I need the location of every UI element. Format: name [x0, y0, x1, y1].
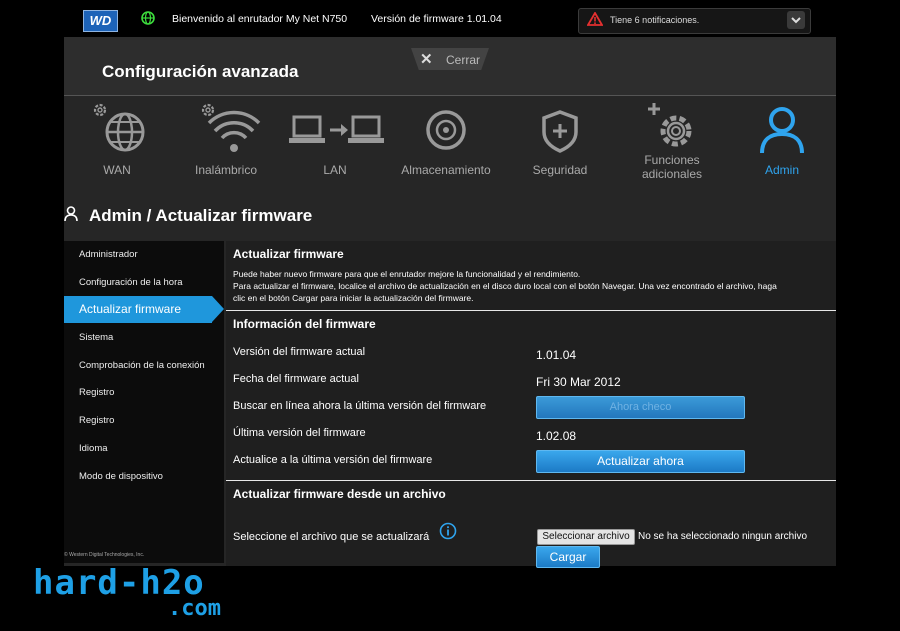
category-wireless[interactable]: Inalámbrico: [186, 101, 266, 177]
category-label: LAN: [323, 163, 347, 177]
update-now-button[interactable]: Actualizar ahora: [536, 450, 745, 473]
select-file-label: Seleccione el archivo que se actualizará: [233, 531, 430, 543]
current-date-value: Fri 30 Mar 2012: [536, 375, 621, 389]
update-description-2: Para actualizar el firmware, localice el…: [233, 281, 777, 291]
chevron-down-icon: [791, 17, 801, 24]
update-from-file-heading: Actualizar firmware desde un archivo: [233, 487, 446, 501]
warning-icon: [587, 12, 603, 26]
close-button[interactable]: Cerrar: [446, 53, 480, 67]
globe-gear-icon: [93, 103, 145, 152]
plus-gear-icon: [648, 103, 692, 147]
sidebar-item-system[interactable]: Sistema: [79, 332, 113, 343]
category-label: Funciones adicionales: [641, 153, 703, 181]
latest-version-value: 1.02.08: [536, 429, 577, 443]
sidebar-item-label[interactable]: Actualizar firmware: [79, 302, 181, 316]
user-icon: [760, 107, 804, 154]
category-label: Inalámbrico: [194, 163, 258, 177]
info-icon[interactable]: [439, 522, 457, 540]
firmware-info-heading: Información del firmware: [233, 317, 376, 331]
user-icon: [64, 206, 78, 222]
shield-icon: [542, 110, 578, 153]
divider: [226, 480, 836, 481]
sidebar: [64, 241, 224, 563]
firmware-version-text: Versión de firmware 1.01.04: [371, 13, 502, 25]
divider: [226, 310, 836, 311]
category-label: Seguridad: [532, 163, 588, 177]
update-description-1: Puede haber nuevo firmware para que el e…: [233, 269, 581, 279]
watermark-logo-domain: .com: [168, 596, 221, 621]
sidebar-item-device-mode[interactable]: Modo de dispositivo: [79, 471, 163, 482]
close-icon[interactable]: ✕: [420, 50, 433, 68]
check-online-label: Buscar en línea ahora la última versión …: [233, 400, 487, 412]
sidebar-item-administrator[interactable]: Administrador: [79, 249, 138, 260]
category-lan[interactable]: LAN: [286, 101, 384, 177]
sidebar-item-log-2[interactable]: Registro: [79, 415, 114, 426]
category-label: WAN: [103, 163, 131, 177]
lan-computers-icon: [289, 115, 384, 143]
sidebar-item-language[interactable]: Idioma: [79, 443, 108, 454]
copyright-text: © Western Digital Technologies, Inc.: [64, 552, 145, 558]
category-wan[interactable]: WAN: [87, 101, 147, 177]
category-label: Admin: [764, 163, 799, 177]
category-label: Almacenamiento: [401, 163, 491, 177]
upload-button[interactable]: Cargar: [536, 546, 600, 568]
wifi-gear-icon: [201, 103, 261, 152]
sidebar-item-connection-check[interactable]: Comprobación de la conexión: [79, 360, 205, 371]
category-admin[interactable]: Admin: [747, 101, 817, 177]
current-version-label: Versión del firmware actual: [233, 346, 366, 358]
section-title: Admin / Actualizar firmware: [89, 206, 313, 225]
update-description-3: clic en el botón Cargar para iniciar la …: [233, 293, 474, 303]
file-status-text: No se ha seleccionado ningun archivo: [638, 531, 807, 542]
page-title: Configuración avanzada: [102, 62, 299, 81]
welcome-text: Bienvenido al enrutador My Net N750: [172, 13, 348, 25]
current-date-label: Fecha del firmware actual: [233, 373, 359, 385]
category-additional-functions[interactable]: Funciones adicionales: [627, 101, 717, 181]
sidebar-item-time-settings[interactable]: Configuración de la hora: [79, 277, 183, 288]
check-now-button[interactable]: Ahora checo: [536, 396, 745, 419]
notifications-text: Tiene 6 notificaciones.: [610, 15, 700, 25]
storage-disc-icon: [426, 110, 466, 150]
select-file-button[interactable]: Seleccionar archivo: [537, 529, 635, 545]
wd-logo: WD: [83, 10, 118, 32]
update-firmware-heading: Actualizar firmware: [233, 247, 344, 261]
category-security[interactable]: Seguridad: [520, 101, 600, 177]
latest-version-label: Última versión del firmware: [233, 427, 366, 439]
current-version-value: 1.01.04: [536, 348, 577, 362]
update-latest-label: Actualice a la última versión del firmwa…: [233, 454, 433, 466]
active-indicator-arrow: [212, 296, 224, 322]
notifications-dropdown-button[interactable]: [787, 11, 805, 29]
category-storage[interactable]: Almacenamiento: [397, 101, 495, 177]
sidebar-item-log[interactable]: Registro: [79, 387, 114, 398]
globe-status-icon: [141, 11, 155, 25]
